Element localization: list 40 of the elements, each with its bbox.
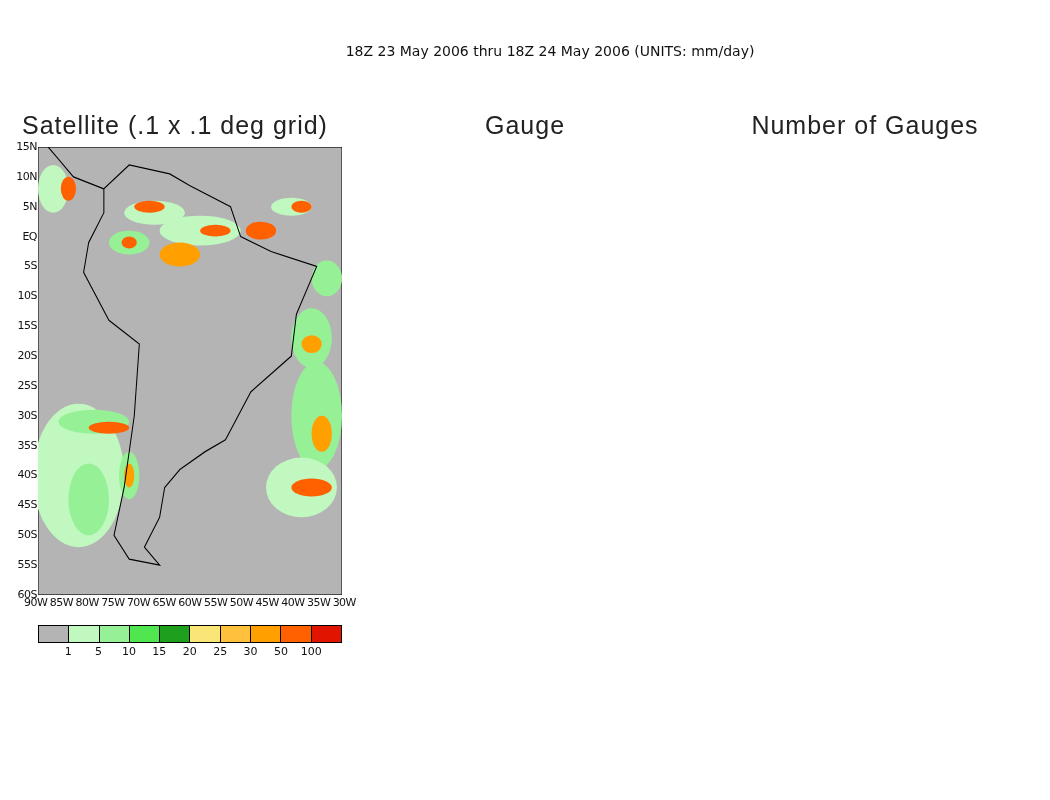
scale-label: 20 xyxy=(181,645,198,658)
latitude-label: 10N xyxy=(16,170,37,183)
longitude-label: 35W xyxy=(306,597,331,609)
latitude-label: 40S xyxy=(17,469,37,482)
panel-title: Number of Gauges xyxy=(751,112,979,138)
scale-label: 50 xyxy=(272,645,289,658)
longitude-label: 85W xyxy=(49,597,74,609)
longitude-label: 40W xyxy=(281,597,305,609)
panel-title: Gauge xyxy=(484,112,566,138)
longitude-label: 65W xyxy=(152,597,176,609)
longitude-label: 75W xyxy=(101,597,125,609)
longitude-label: 45W xyxy=(255,597,279,609)
scale-label: 25 xyxy=(212,645,229,658)
panel-title: Satellite (.1 x .1 deg grid) xyxy=(21,112,328,138)
longitude-label: 55W xyxy=(204,597,228,609)
latitude-label: 25S xyxy=(17,379,37,392)
latitude-label: EQ xyxy=(22,230,37,243)
scale-label: 15 xyxy=(151,645,168,658)
scale-label: 1 xyxy=(63,645,73,658)
latitude-label: 45S xyxy=(17,499,37,512)
latitude-label: 50S xyxy=(17,529,37,542)
longitude-label: 30W xyxy=(332,597,356,609)
scale-label: 5 xyxy=(94,645,104,658)
latitude-label: 55S xyxy=(17,559,37,572)
scale-label: 100 xyxy=(299,645,323,658)
latitude-label: 15S xyxy=(17,320,37,333)
plot-subtitle: 18Z 23 May 2006 thru 18Z 24 May 2006 (UNITS: mm/day) xyxy=(345,43,755,59)
latitude-label: 35S xyxy=(17,439,37,452)
latitude-label: 20S xyxy=(17,350,37,362)
scale-label: 10 xyxy=(120,645,137,658)
latitude-label: 5S xyxy=(24,260,37,273)
longitude-label: 70W xyxy=(126,597,151,609)
latitude-label: 30S xyxy=(17,409,37,422)
scale-label: 30 xyxy=(242,645,259,658)
longitude-label: 50W xyxy=(229,597,254,609)
latitude-label: 5N xyxy=(22,200,37,213)
latitude-label: 10S xyxy=(17,290,37,303)
longitude-label: 80W xyxy=(75,597,99,609)
longitude-label: 60W xyxy=(178,597,202,609)
latitude-label: 15N xyxy=(16,141,37,153)
